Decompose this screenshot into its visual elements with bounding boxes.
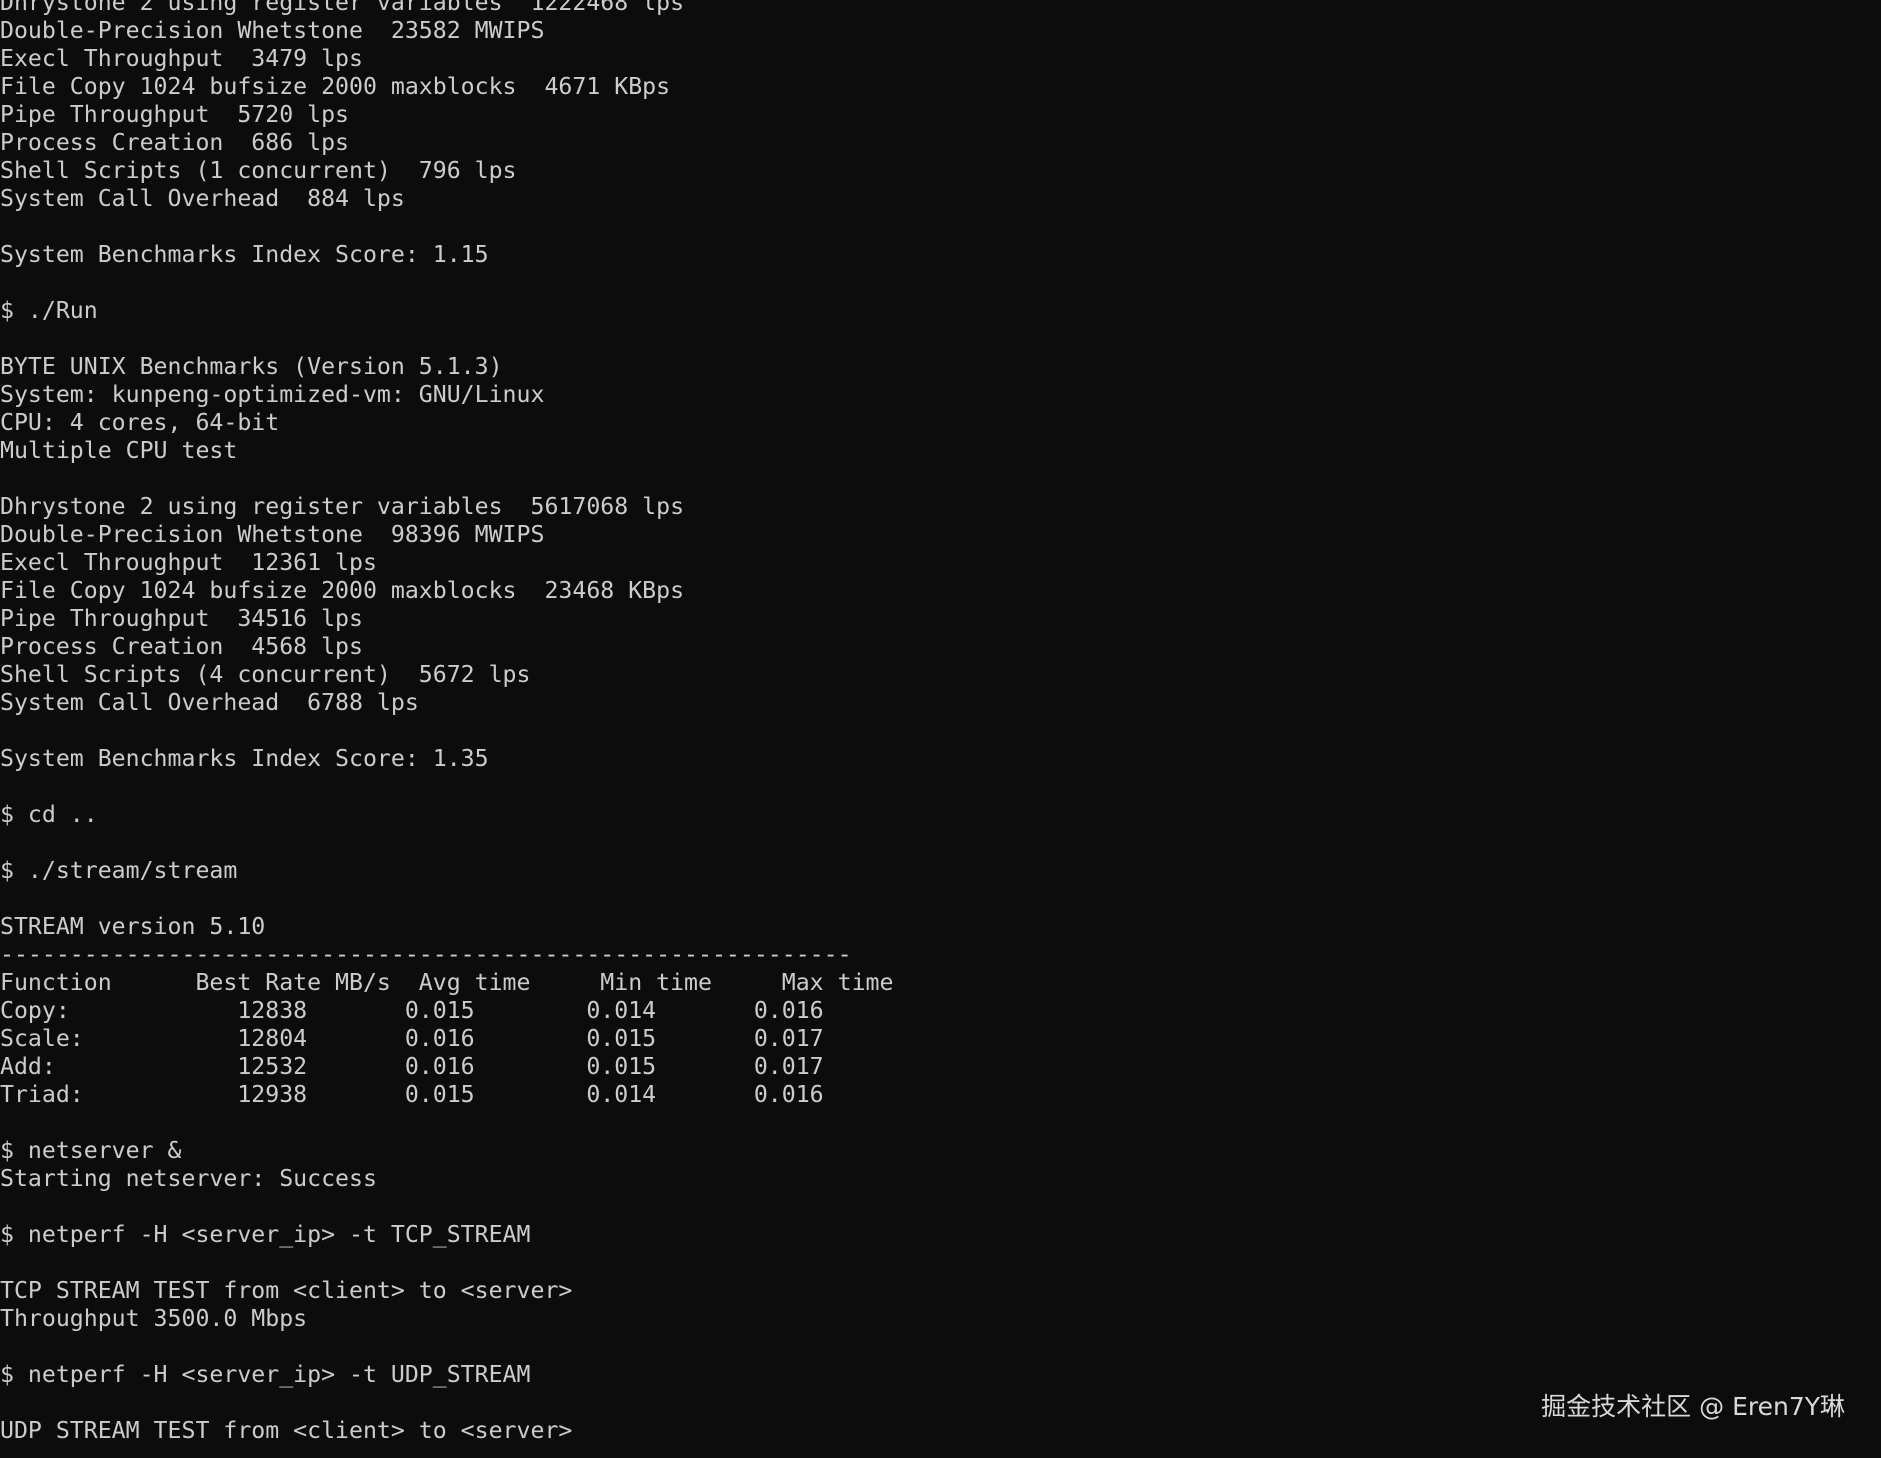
terminal-line: Starting netserver: Success [0, 1165, 377, 1192]
terminal-line: $ ./Run [0, 297, 98, 324]
terminal-line: Pipe Throughput 5720 lps [0, 101, 350, 128]
terminal-line: Function Best Rate MB/s Avg time Min tim… [0, 969, 894, 996]
terminal-line: Scale: 12804 0.016 0.015 0.017 [0, 1025, 824, 1052]
terminal-line: Shell Scripts (4 concurrent) 5672 lps [0, 661, 531, 688]
terminal-output[interactable]: Dhrystone 2 using register variables 122… [0, 0, 1881, 1458]
terminal-line: System Benchmarks Index Score: 1.15 [0, 241, 489, 268]
terminal-line: TCP STREAM TEST from <client> to <server… [0, 1277, 573, 1304]
terminal-line: Throughput 3500.0 Mbps [0, 1305, 308, 1332]
terminal-line: CPU: 4 cores, 64-bit [0, 409, 280, 436]
terminal-line: Process Creation 686 lps [0, 129, 350, 156]
terminal-line: $ netperf -H <server_ip> -t UDP_STREAM [0, 1361, 531, 1388]
terminal-line: Triad: 12938 0.015 0.014 0.016 [0, 1081, 824, 1108]
terminal-line: File Copy 1024 bufsize 2000 maxblocks 23… [0, 577, 685, 604]
terminal-line: System Benchmarks Index Score: 1.35 [0, 745, 489, 772]
terminal-line: Double-Precision Whetstone 98396 MWIPS [0, 521, 545, 548]
terminal-line: Add: 12532 0.016 0.015 0.017 [0, 1053, 824, 1080]
terminal-line: $ netserver & [0, 1137, 182, 1164]
terminal-line: System Call Overhead 6788 lps [0, 689, 419, 716]
terminal-line: File Copy 1024 bufsize 2000 maxblocks 46… [0, 73, 671, 100]
terminal-line: Dhrystone 2 using register variables 122… [0, 0, 685, 16]
terminal-line: $ netperf -H <server_ip> -t TCP_STREAM [0, 1221, 531, 1248]
terminal-line: Pipe Throughput 34516 lps [0, 605, 363, 632]
terminal-line: System Call Overhead 884 lps [0, 185, 405, 212]
terminal-line: Multiple CPU test [0, 437, 238, 464]
terminal-line: STREAM version 5.10 [0, 913, 266, 940]
terminal-line: ----------------------------------------… [0, 941, 852, 968]
terminal-line: $ ./stream/stream [0, 857, 238, 884]
terminal-line: Execl Throughput 12361 lps [0, 549, 377, 576]
watermark-text: 掘金技术社区 @ Eren7Y琳 [1541, 1392, 1845, 1421]
terminal-line: System: kunpeng-optimized-vm: GNU/Linux [0, 381, 545, 408]
terminal-line: Copy: 12838 0.015 0.014 0.016 [0, 997, 824, 1024]
terminal-line: Double-Precision Whetstone 23582 MWIPS [0, 17, 545, 44]
terminal-line: $ cd .. [0, 801, 98, 828]
terminal-line: Process Creation 4568 lps [0, 633, 363, 660]
terminal-line: BYTE UNIX Benchmarks (Version 5.1.3) [0, 353, 503, 380]
terminal-line: Execl Throughput 3479 lps [0, 45, 363, 72]
terminal-line: Shell Scripts (1 concurrent) 796 lps [0, 157, 517, 184]
terminal-line: Dhrystone 2 using register variables 561… [0, 493, 685, 520]
